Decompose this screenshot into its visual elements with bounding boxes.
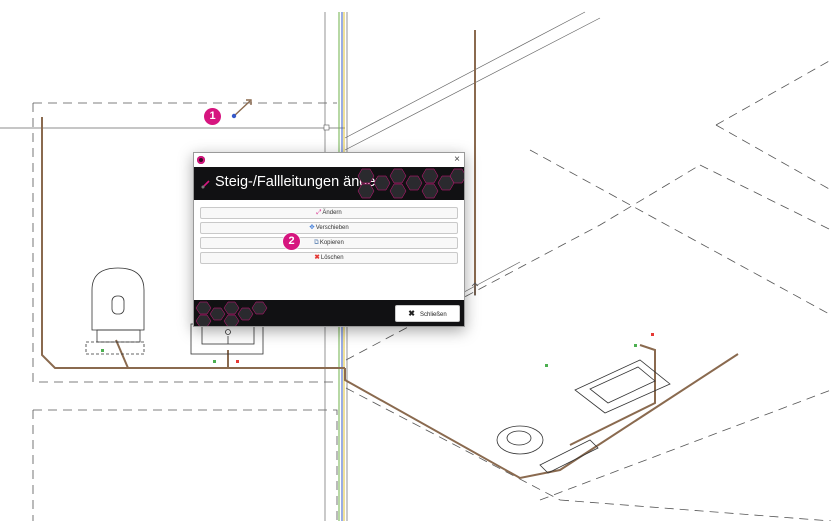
move-button[interactable]: ✥Verschieben [200, 222, 458, 234]
change-button-label: Ändern [322, 210, 342, 216]
riser-marker-icon [471, 282, 479, 296]
dialog-footer: ✖ Schließen [194, 300, 464, 326]
copy-button-label: Kopieren [319, 240, 344, 246]
copy-button[interactable]: ⧉Kopieren [200, 237, 458, 249]
move-icon: ✥ [309, 224, 315, 231]
close-icon[interactable]: × [454, 153, 460, 167]
wc-fixture [85, 267, 145, 355]
pipe-edit-icon [201, 180, 210, 189]
dialog-titlebar[interactable]: × [194, 153, 464, 167]
callout-badge-1: 1 [204, 108, 221, 125]
move-button-label: Verschieben [315, 225, 349, 231]
change-button[interactable]: ⤢Ändern [200, 207, 458, 219]
hexagon-pattern-decoration [195, 301, 268, 326]
delete-button-label: Löschen [320, 255, 344, 261]
close-x-icon: ✖ [408, 309, 415, 318]
pipe-edit-icon: ⤢ [316, 209, 322, 216]
dialog-header: Steig-/Fallleitungen ändern [194, 167, 464, 200]
app-logo-icon [197, 156, 205, 164]
close-button-label: Schließen [420, 312, 447, 318]
close-button[interactable]: ✖ Schließen [395, 305, 460, 322]
copy-icon: ⧉ [314, 239, 319, 246]
riser-edit-dialog: × Steig-/Fallleitungen ändern ⤢Ändern ✥V… [193, 152, 465, 327]
washbasin-fixture [190, 323, 264, 355]
iso-fixtures [496, 359, 671, 474]
hexagon-pattern-decoration [357, 168, 464, 199]
delete-icon: ✖ [314, 254, 320, 261]
callout-badge-2: 2 [283, 233, 300, 250]
delete-button[interactable]: ✖Löschen [200, 252, 458, 264]
